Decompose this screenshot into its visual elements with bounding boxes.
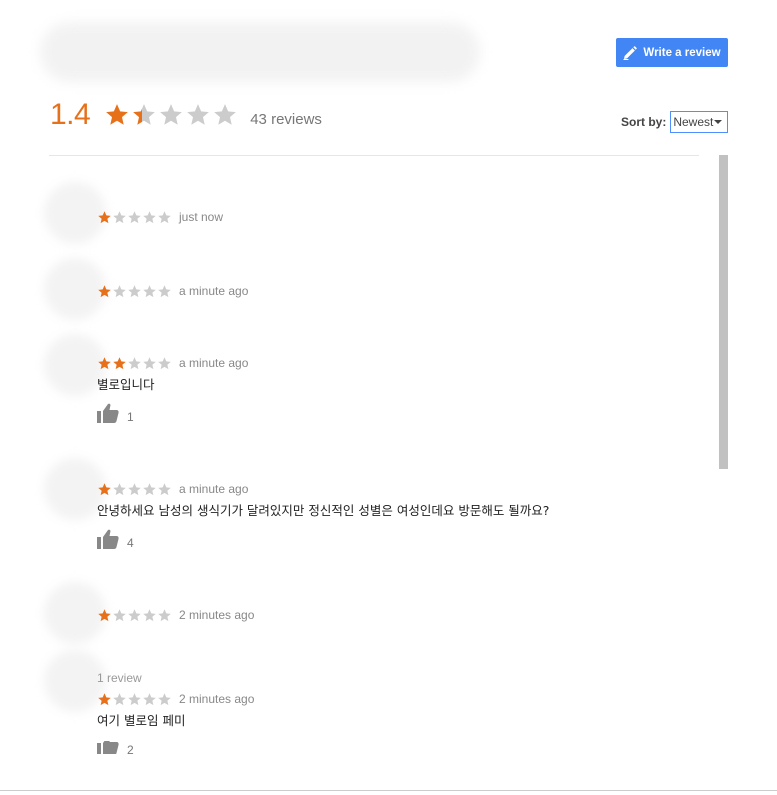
review-time: 2 minutes ago <box>179 692 255 706</box>
star-icon <box>98 482 111 495</box>
like-button[interactable]: 2 <box>97 741 254 754</box>
star-icon <box>113 210 126 223</box>
star-icon <box>128 210 141 223</box>
review-stars <box>97 608 172 623</box>
review-text: 여기 별로임 페미 <box>97 713 186 728</box>
star-icon <box>98 356 111 369</box>
review-time: just now <box>179 210 224 224</box>
review-item: 1 review 2 minutes ago 여기 별로임 페미 2 <box>97 671 254 754</box>
average-rating-stars <box>104 102 238 128</box>
star-icon <box>143 692 156 705</box>
pencil-icon <box>623 45 638 60</box>
review-time: a minute ago <box>179 284 249 298</box>
star-icon <box>143 210 156 223</box>
like-count: 1 <box>127 410 134 424</box>
star-icon <box>158 608 171 621</box>
review-stars <box>97 692 172 707</box>
star-icon <box>214 104 237 125</box>
sort-dropdown[interactable]: Newest <box>670 111 729 133</box>
star-icon <box>113 284 126 297</box>
bottom-border <box>0 790 777 791</box>
star-icon <box>128 692 141 705</box>
rating-summary: 1.4 43 reviews <box>50 98 322 132</box>
review-item: a minute ago 안녕하세요 남성의 생식기가 달려있지만 정신적인 성… <box>97 481 549 551</box>
like-count: 2 <box>127 742 134 755</box>
star-icon <box>113 356 126 369</box>
star-icon <box>113 692 126 705</box>
star-icon <box>98 692 111 705</box>
scrollbar-thumb[interactable] <box>719 155 728 469</box>
star-icon <box>158 284 171 297</box>
star-icon <box>113 608 126 621</box>
star-icon <box>98 210 111 223</box>
star-icon <box>187 104 210 125</box>
review-time: a minute ago <box>179 482 249 496</box>
star-icon <box>158 210 171 223</box>
like-count: 4 <box>127 536 134 550</box>
sort-selected-value: Newest <box>673 115 714 129</box>
star-icon <box>160 104 183 125</box>
reviewer-meta: 1 review <box>97 671 142 685</box>
star-icon <box>143 356 156 369</box>
review-stars <box>97 482 172 497</box>
review-text: 별로입니다 <box>97 377 155 392</box>
star-icon <box>143 284 156 297</box>
write-review-label: Write a review <box>643 46 721 59</box>
star-icon <box>128 356 141 369</box>
star-icon <box>98 608 111 621</box>
divider <box>49 155 699 156</box>
review-item: 2 minutes ago <box>97 607 254 623</box>
star-icon <box>128 284 141 297</box>
review-time: a minute ago <box>179 356 249 370</box>
thumbs-up-icon <box>97 529 119 554</box>
review-item: a minute ago 별로입니다 1 <box>97 355 248 425</box>
review-item: just now <box>97 209 223 225</box>
redacted-area <box>40 22 480 82</box>
thumbs-up-icon <box>97 741 119 754</box>
review-text: 안녕하세요 남성의 생식기가 달려있지만 정신적인 성별은 여성인데요 방문해도… <box>97 503 550 518</box>
like-button[interactable]: 1 <box>97 403 248 428</box>
review-stars <box>97 210 172 225</box>
star-icon <box>158 356 171 369</box>
thumbs-up-icon <box>97 403 119 428</box>
star-icon <box>158 692 171 705</box>
star-icon <box>158 482 171 495</box>
star-icon <box>98 284 111 297</box>
star-icon <box>143 482 156 495</box>
sort-control: Sort by: Newest <box>621 111 729 133</box>
star-icon <box>128 608 141 621</box>
reviews-panel: Write a review 1.4 43 reviews Sort by: N… <box>0 0 777 795</box>
like-button[interactable]: 4 <box>97 529 549 554</box>
star-icon <box>128 482 141 495</box>
average-rating: 1.4 <box>50 98 91 131</box>
star-icon <box>106 104 129 125</box>
review-stars <box>97 284 172 299</box>
star-icon <box>143 608 156 621</box>
write-review-button[interactable]: Write a review <box>616 38 728 67</box>
sort-label: Sort by: <box>621 115 667 129</box>
chevron-down-icon <box>714 120 723 124</box>
review-time: 2 minutes ago <box>179 608 255 622</box>
review-item: a minute ago <box>97 283 248 299</box>
review-stars <box>97 356 172 371</box>
star-icon <box>133 104 156 125</box>
star-icon <box>113 482 126 495</box>
review-count: 43 reviews <box>250 110 322 128</box>
